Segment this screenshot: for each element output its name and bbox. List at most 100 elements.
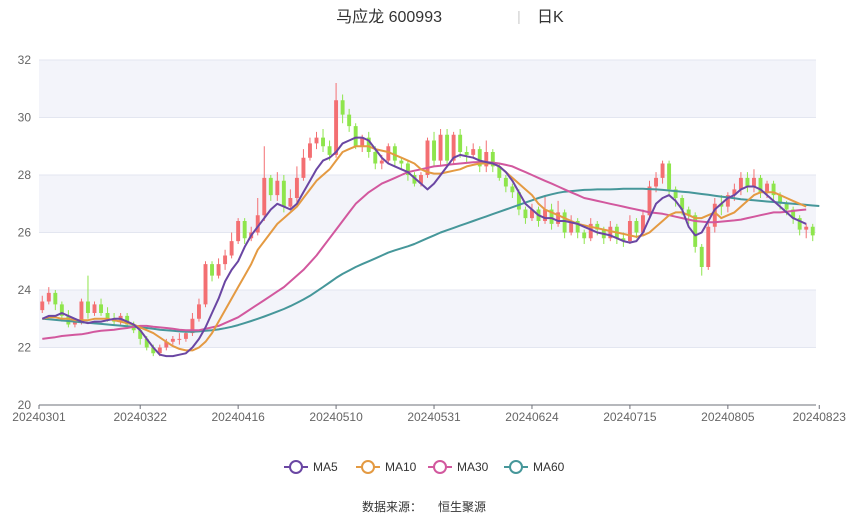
band-22 <box>39 290 816 348</box>
candle-body <box>99 304 103 313</box>
candle-body <box>321 137 325 147</box>
candle <box>262 146 267 221</box>
x-axis: 20240301 20240322 20240416 20240510 20240531… <box>12 405 846 424</box>
candle <box>366 131 371 158</box>
candle-body <box>523 209 528 219</box>
candle <box>353 123 358 150</box>
candle-body <box>210 264 214 276</box>
candle-body <box>432 140 436 161</box>
x-tick-label: 20240322 <box>114 410 168 424</box>
candle <box>301 149 306 181</box>
candle <box>699 244 704 276</box>
candle-body <box>464 152 469 155</box>
x-tick-label: 20240301 <box>12 410 66 424</box>
legend-marker <box>361 460 375 474</box>
candle <box>471 143 476 158</box>
candle-body <box>301 157 306 178</box>
candle <box>614 223 619 244</box>
stock-kline-chart: 马应龙 600993 | 日K 20222426283032 20240301 2… <box>12 7 846 514</box>
period-label: 日K <box>537 9 564 26</box>
candle <box>308 137 312 161</box>
x-tick-label: 20240715 <box>603 410 657 424</box>
candle <box>490 149 495 173</box>
candle-body <box>262 177 267 216</box>
candle-body <box>627 221 632 242</box>
candle-body <box>471 149 476 155</box>
legend-item-ma60[interactable]: MA60 <box>504 460 565 474</box>
legend[interactable]: MA5 MA10 MA30 MA60 <box>284 460 565 474</box>
candle-body <box>784 203 789 210</box>
candle-body <box>288 198 293 207</box>
legend-marker <box>289 460 303 474</box>
candle-body <box>197 304 201 319</box>
candle <box>229 232 234 259</box>
candle-body <box>654 177 658 187</box>
candle-body <box>327 146 332 155</box>
legend-item-ma30[interactable]: MA30 <box>428 460 489 474</box>
stock-name-code: 马应龙 600993 <box>336 7 442 26</box>
x-tick-label: 20240624 <box>505 410 559 424</box>
x-tick-label: 20240823 <box>793 410 847 424</box>
legend-marker <box>433 460 447 474</box>
chart-title: 马应龙 600993 | 日K <box>336 7 564 26</box>
candle-body <box>216 264 221 276</box>
candle <box>236 218 241 244</box>
candle <box>432 131 436 167</box>
candle-body <box>242 221 247 239</box>
candle-body <box>667 163 672 190</box>
candle-body <box>183 333 188 339</box>
candle <box>458 129 463 158</box>
candle-body <box>804 226 809 230</box>
candle-body <box>438 134 443 161</box>
legend-label: MA5 <box>313 460 338 474</box>
candle-body <box>458 134 463 152</box>
candle-body <box>503 177 508 187</box>
candle-body <box>229 241 234 256</box>
candle-body <box>347 114 352 127</box>
candle-body <box>223 255 228 265</box>
candle-body <box>79 301 84 322</box>
candle-body <box>706 226 711 267</box>
candle-body <box>46 292 51 302</box>
candle <box>216 258 221 279</box>
candle-body <box>738 177 743 190</box>
candle-body <box>177 338 182 340</box>
band-30 <box>39 60 816 118</box>
candle <box>464 146 469 164</box>
x-tick-label: 20240416 <box>211 410 265 424</box>
candle-body <box>340 100 345 115</box>
legend-item-ma5[interactable]: MA5 <box>284 460 338 474</box>
candle-body <box>810 226 815 236</box>
candle-body <box>425 140 430 175</box>
x-tick-label: 20240531 <box>407 410 461 424</box>
candle <box>445 129 450 167</box>
candle-body <box>699 246 704 267</box>
candle <box>223 249 228 270</box>
candle-body <box>314 137 319 144</box>
candle <box>399 157 404 170</box>
candle <box>575 218 580 239</box>
y-axis: 20222426283032 <box>18 53 32 412</box>
candle-body <box>510 186 515 193</box>
candle <box>484 140 489 173</box>
candle-body <box>236 221 241 242</box>
source-name: 恒生聚源 <box>438 500 486 514</box>
candle-body <box>86 301 90 313</box>
candle-body <box>353 126 358 147</box>
legend-item-ma10[interactable]: MA10 <box>356 460 417 474</box>
candle-body <box>582 232 587 239</box>
candle-body <box>170 338 175 342</box>
candle-body <box>268 177 273 196</box>
background-bands <box>39 60 816 348</box>
legend-label: MA30 <box>457 460 489 474</box>
candle-body <box>294 177 299 198</box>
candle-body <box>445 134 450 161</box>
candle-body <box>53 292 58 305</box>
candle-body <box>543 209 547 221</box>
legend-label: MA60 <box>533 460 565 474</box>
candle-body <box>281 180 286 207</box>
x-tick-label: 20240510 <box>309 410 363 424</box>
candle-body <box>660 163 665 178</box>
candle-body <box>647 186 652 216</box>
source-label: 数据来源： <box>362 499 422 514</box>
